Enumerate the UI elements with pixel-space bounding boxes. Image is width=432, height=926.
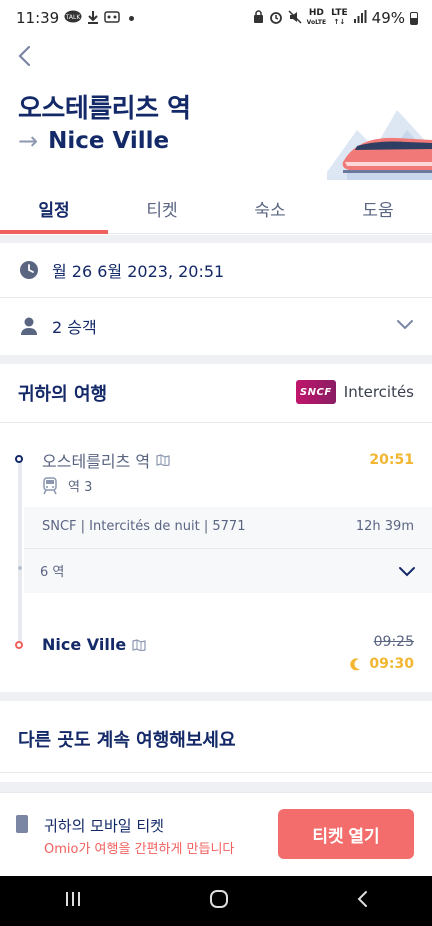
back-icon [357, 891, 368, 907]
platform-info: 역 3 [42, 476, 92, 495]
destination-line: → Nice Ville [18, 127, 169, 155]
download-icon [87, 10, 99, 27]
section-separator [0, 782, 432, 792]
lock-icon [253, 9, 264, 27]
tab-itinerary[interactable]: 일정 [0, 186, 108, 234]
system-nav-bar [0, 876, 432, 926]
back-button[interactable] [12, 42, 36, 70]
arrival-dot-icon [15, 641, 23, 649]
operator-badge: SNCF Intercités [295, 380, 414, 404]
chevron-left-icon [18, 45, 31, 67]
journey-title: 귀하의 여행 [18, 384, 108, 405]
date-row: 월 26 6월 2023, 20:51 [0, 243, 432, 297]
back-nav-button[interactable] [355, 890, 369, 912]
svg-text:TALK: TALK [65, 14, 82, 21]
scheduled-arrival-time: 09:25 [373, 634, 414, 650]
section-separator [0, 692, 432, 701]
arrow-right-icon: → [18, 127, 39, 155]
tab-bar: 일정 티켓 숙소 도움 [0, 186, 432, 234]
tab-tickets[interactable]: 티켓 [108, 186, 216, 233]
open-ticket-button[interactable]: 티켓 열기 [278, 809, 414, 859]
lte-icon: LTE ↑↓ [331, 8, 348, 27]
divider [0, 422, 432, 423]
moon-icon [350, 657, 361, 670]
stops-toggle[interactable]: 6 역 [24, 549, 432, 593]
section-separator [0, 235, 432, 243]
platform-number: 역 3 [68, 480, 93, 495]
map-icon [156, 454, 170, 466]
mobile-ticket-subtitle: Omio가 여행을 간편하게 만듭니다 [44, 842, 235, 857]
passenger-count: 2 승객 [52, 318, 97, 337]
section-separator [0, 355, 432, 364]
mobile-ticket-bar: 귀하의 모바일 티켓 Omio가 여행을 간편하게 만듭니다 티켓 열기 [0, 792, 432, 876]
notification-dot-icon [129, 15, 135, 21]
train-details: SNCF | Intercités de nuit | 5771 [42, 519, 246, 534]
divider [0, 772, 432, 773]
hd-voice-icon: HD VoLTE [306, 8, 327, 27]
train-illustration-icon [327, 110, 432, 180]
tab-help[interactable]: 도움 [324, 186, 432, 233]
passengers-row[interactable]: 2 승객 [0, 298, 432, 354]
trip-duration: 12h 39m [355, 519, 414, 534]
mute-icon [288, 9, 302, 27]
departure-station[interactable]: 오스테를리츠 역 [42, 448, 170, 472]
map-icon [132, 638, 146, 651]
explore-title: 다른 곳도 계속 여행해보세요 [18, 730, 236, 751]
timeline-line [18, 460, 22, 645]
arrival-station[interactable]: Nice Ville [42, 635, 146, 654]
chevron-down-icon [398, 563, 416, 582]
status-bar: 11:39 TALK HD VoLTE LTE ↑↓ 49% [0, 0, 432, 36]
actual-arrival: 09:30 [350, 656, 414, 672]
mobile-ticket-title: 귀하의 모바일 티켓 [44, 817, 164, 835]
ev-icon [104, 10, 120, 26]
sncf-logo-icon: SNCF [295, 380, 336, 404]
operator-name: Intercités [343, 383, 414, 401]
departure-station-name: 오스테를리츠 역 [42, 452, 151, 471]
departure-time: 20:51 [369, 452, 414, 468]
train-icon [43, 476, 57, 494]
intermediate-dot-icon [18, 566, 22, 570]
battery-icon [410, 11, 418, 25]
home-button[interactable] [208, 888, 230, 914]
actual-arrival-time: 09:30 [369, 656, 414, 672]
departure-dot-icon [15, 455, 23, 463]
ticket-icon [16, 815, 28, 833]
clock-icon [18, 259, 40, 281]
stops-count: 6 역 [40, 565, 65, 580]
chevron-down-icon [396, 316, 414, 335]
recent-apps-icon [65, 892, 80, 906]
alarm-icon [269, 10, 283, 27]
origin-station-title: 오스테를리츠 역 [18, 94, 191, 124]
signal-icon [353, 10, 367, 26]
arrival-station-name: Nice Ville [42, 635, 127, 654]
battery-percent: 49% [371, 9, 405, 27]
departure-datetime: 월 26 6월 2023, 20:51 [52, 262, 225, 281]
person-icon [18, 315, 40, 337]
destination-title: Nice Ville [48, 128, 170, 154]
talk-icon: TALK [64, 10, 82, 27]
recent-apps-button[interactable] [63, 890, 83, 912]
tab-accommodation[interactable]: 숙소 [216, 186, 324, 233]
home-icon [209, 890, 228, 908]
status-time: 11:39 [16, 9, 60, 27]
